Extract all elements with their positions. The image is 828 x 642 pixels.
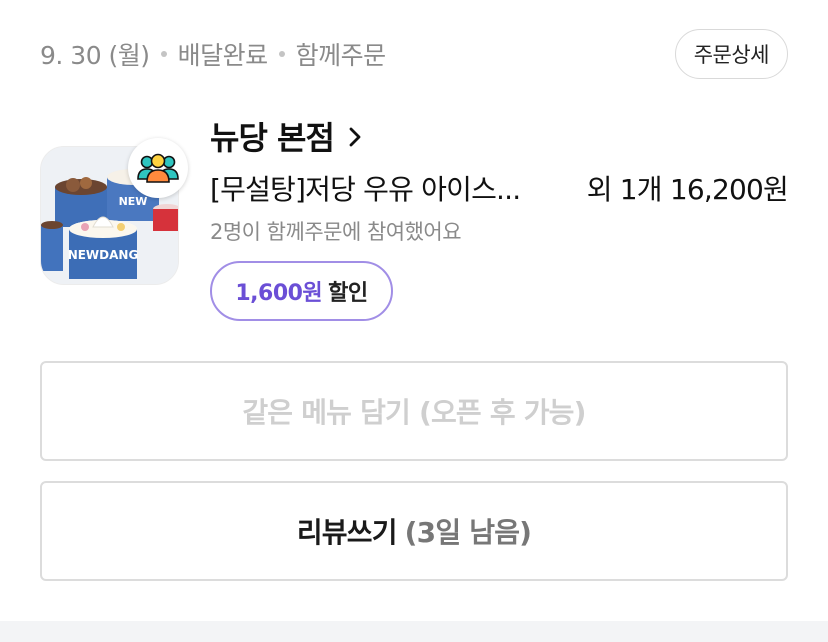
order-date: 9. 30 (월) [40,41,150,70]
order-type: 함께주문 [295,41,387,70]
group-order-note: 2명이 함께주문에 참여했어요 [210,220,462,244]
discount-label: 할인 [328,281,368,306]
menu-name: [무설탕]저당 우유 아이스... [210,173,521,206]
menu-summary: [무설탕]저당 우유 아이스... 외 1개 16,200원 [210,166,789,210]
separator-dot [160,51,167,57]
store-link[interactable]: 뉴당 본점 [210,112,362,160]
svg-text:NEW: NEW [119,195,148,208]
svg-text:NEWDANG: NEWDANG [68,248,139,262]
discount-amount: 1,600원 [235,281,323,306]
separator-dot [278,51,285,57]
chevron-right-icon [349,127,361,147]
reorder-same-menu-button[interactable]: 같은 메뉴 담기 (오픈 후 가능) [40,361,788,461]
order-detail-button[interactable]: 주문상세 [674,29,788,79]
discount-badge: 1,600원 할인 [210,261,393,321]
review-remaining: (3일 남음) [404,516,532,549]
delivery-status: 배달완료 [177,41,269,70]
section-divider [0,621,828,642]
order-header: 9. 30 (월) 배달완료 함께주문 주문상세 [40,28,788,80]
group-people-icon [137,153,179,183]
order-meta: 9. 30 (월) 배달완료 함께주문 [40,36,386,72]
review-label: 리뷰쓰기 [296,516,398,549]
group-order-badge [128,138,188,198]
store-name: 뉴당 본점 [210,119,335,157]
write-review-button[interactable]: 리뷰쓰기 (3일 남음) [40,481,788,581]
menu-extra-price: 외 1개 16,200원 [586,173,789,206]
